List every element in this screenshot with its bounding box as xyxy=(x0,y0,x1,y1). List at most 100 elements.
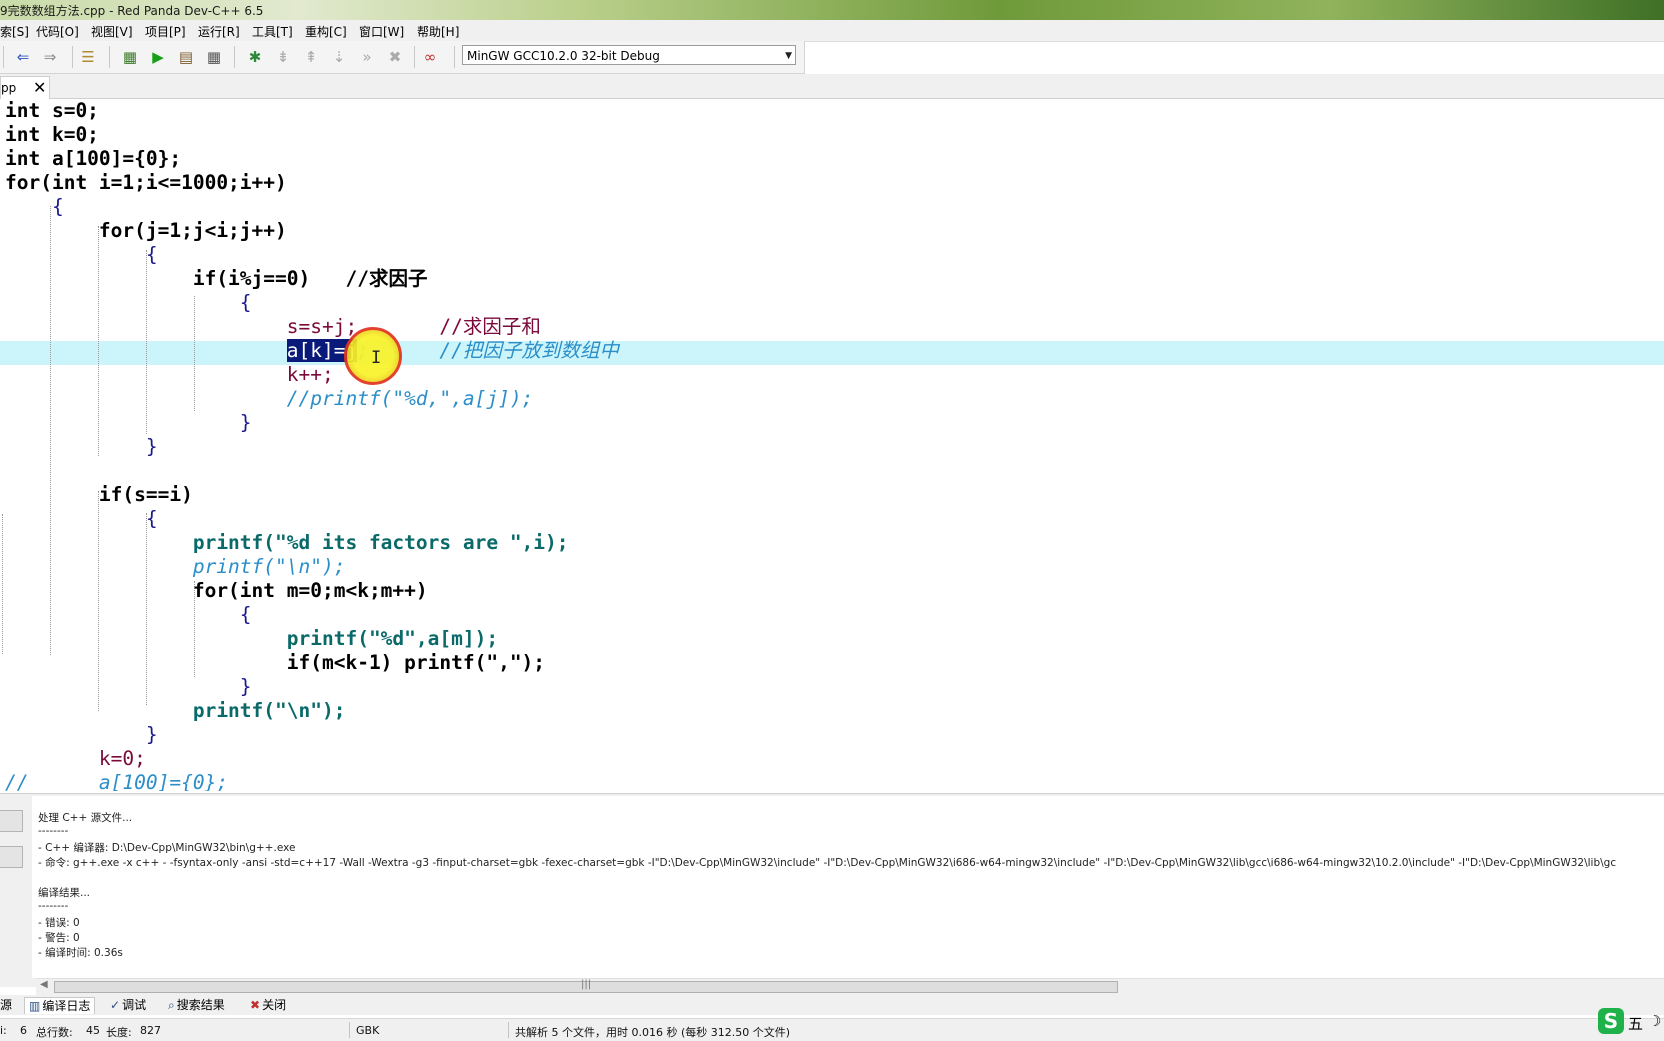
bookmark-icon[interactable]: ☰ xyxy=(79,48,97,66)
code-line[interactable]: } xyxy=(5,435,158,459)
code-editor[interactable]: int s=0; int k=0; int a[100]={0}; for(in… xyxy=(0,99,1664,791)
stop-icon[interactable]: ✖ xyxy=(386,48,404,66)
code-line[interactable]: int a[100]={0}; xyxy=(5,147,181,171)
tab-debug-label: 调试 xyxy=(122,998,147,1012)
grip-icon: ||| xyxy=(581,979,592,990)
code-token: int s=0; xyxy=(5,99,99,122)
code-line[interactable]: for(int i=1;i<=1000;i++) xyxy=(5,171,287,195)
code-line[interactable]: { xyxy=(5,291,252,315)
step-over-icon[interactable]: ⇟ xyxy=(274,48,292,66)
code-line[interactable]: } xyxy=(5,411,252,435)
code-token: } xyxy=(5,435,158,458)
tab-debug[interactable]: ✓ 调试 xyxy=(110,997,146,1013)
code-line[interactable]: for(int m=0;m<k;m++) xyxy=(5,579,428,603)
horizontal-scrollbar[interactable]: ◀ ||| xyxy=(36,978,1664,995)
status-length: 827 xyxy=(140,1024,161,1037)
tab-compile-log[interactable]: ▥ 编译日志 xyxy=(24,997,96,1014)
code-token: k++; xyxy=(5,363,334,386)
code-token: printf("\n"); xyxy=(5,555,346,578)
code-line[interactable]: s=s+j; //求因子和 xyxy=(5,315,541,339)
menu-help[interactable]: 帮助[H] xyxy=(417,23,459,40)
log-line: -------- xyxy=(38,900,69,912)
toolbar-separator xyxy=(3,46,4,68)
code-line[interactable]: if(s==i) xyxy=(5,483,193,507)
check-icon: ✓ xyxy=(110,998,121,1012)
code-line[interactable]: { xyxy=(5,507,158,531)
code-line[interactable]: { xyxy=(5,243,158,267)
code-line[interactable]: for(j=1;j<i;j++) xyxy=(5,219,287,243)
code-line[interactable]: //printf("%d,",a[j]); xyxy=(5,387,534,411)
code-line[interactable]: // a[100]={0}; xyxy=(5,771,228,791)
compile-log-text[interactable]: 处理 C++ 源文件... -------- - C++ 编译器: D:\Dev… xyxy=(32,796,1664,978)
profile-icon[interactable]: ∞ xyxy=(421,48,439,66)
code-line[interactable]: printf("%d",a[m]); xyxy=(5,627,498,651)
compiler-select[interactable]: MinGW GCC10.2.0 32-bit Debug ▼ xyxy=(462,45,796,65)
editor-tab[interactable]: pp ✕ xyxy=(0,76,50,99)
ime-indicator[interactable]: S 五 ☽ xyxy=(1592,1008,1664,1040)
code-token: int a[100]={0}; xyxy=(5,147,182,170)
rebuild-icon[interactable]: ▦ xyxy=(205,48,223,66)
code-token: k=0; xyxy=(5,747,146,770)
debug-icon[interactable]: ✱ xyxy=(246,48,264,66)
compiler-select-value: MinGW GCC10.2.0 32-bit Debug xyxy=(467,49,660,63)
code-line[interactable]: k++; xyxy=(5,363,334,387)
code-line[interactable]: printf("\n"); xyxy=(5,699,346,723)
tab-search-results-label: 搜索结果 xyxy=(176,998,225,1012)
tab-compile-log-label: 编译日志 xyxy=(42,999,91,1013)
ime-mode: 五 xyxy=(1628,1015,1644,1033)
code-line[interactable]: k=0; xyxy=(5,747,146,771)
step-into-icon[interactable]: ⇞ xyxy=(302,48,320,66)
code-line[interactable]: printf("\n"); xyxy=(5,555,346,579)
code-line[interactable]: a[k]=j; //把因子放到数组中 xyxy=(5,339,619,363)
code-line[interactable]: } xyxy=(5,723,158,747)
status-encoding[interactable]: GBK xyxy=(356,1024,379,1037)
log-line: - 警告: 0 xyxy=(38,932,80,944)
compile-run-icon[interactable]: ▤ xyxy=(177,48,195,66)
status-total-label: 总行数: xyxy=(36,1026,73,1039)
compile-icon[interactable]: ▦ xyxy=(121,48,139,66)
scroll-left-icon[interactable]: ◀ xyxy=(40,979,48,990)
tab-source[interactable]: 源 xyxy=(0,997,12,1013)
code-line[interactable]: int k=0; xyxy=(5,123,99,147)
menu-window[interactable]: 窗口[W] xyxy=(359,23,404,40)
log-line: - C++ 编译器: D:\Dev-Cpp\MinGW32\bin\g++.ex… xyxy=(38,842,296,854)
panel-side-button[interactable] xyxy=(0,810,23,832)
code-line[interactable]: { xyxy=(5,603,252,627)
back-arrow-icon[interactable]: ⇐ xyxy=(14,48,32,66)
log-line: - 命令: g++.exe -x c++ - -fsyntax-only -an… xyxy=(38,857,1617,869)
close-icon: ✖ xyxy=(250,998,261,1012)
code-line[interactable]: printf("%d its factors are ",i); xyxy=(5,531,569,555)
run-icon[interactable]: ▶ xyxy=(149,48,167,66)
menu-search[interactable]: 索[S] xyxy=(0,23,29,40)
code-token: // a[100]={0}; xyxy=(5,771,229,791)
status-line-label: i: xyxy=(0,1024,7,1037)
code-line[interactable]: } xyxy=(5,675,252,699)
forward-arrow-icon[interactable]: ⇒ xyxy=(41,48,59,66)
menu-project[interactable]: 项目[P] xyxy=(145,23,186,40)
toolbar-separator xyxy=(234,46,235,68)
status-total: 45 xyxy=(86,1024,100,1037)
panel-side-button[interactable] xyxy=(0,846,23,868)
menu-code[interactable]: 代码[O] xyxy=(36,23,79,40)
code-token: printf("%d",a[m]); xyxy=(5,627,499,650)
step-out-icon[interactable]: ⇣ xyxy=(330,48,348,66)
toolbar-separator xyxy=(109,46,110,68)
menu-run[interactable]: 运行[R] xyxy=(198,23,240,40)
code-line[interactable]: int s=0; xyxy=(5,99,99,123)
tab-search-results[interactable]: ⌕ 搜索结果 xyxy=(168,997,225,1013)
log-line: -------- xyxy=(38,825,69,837)
scrollbar-thumb[interactable]: ||| xyxy=(54,979,1118,993)
tab-close[interactable]: ✖ 关闭 xyxy=(250,997,286,1013)
code-line[interactable]: { xyxy=(5,195,64,219)
continue-icon[interactable]: » xyxy=(358,48,376,66)
status-separator xyxy=(508,1022,509,1038)
code-line[interactable]: if(m<k-1) printf(","); xyxy=(5,651,545,675)
close-icon[interactable]: ✕ xyxy=(33,78,46,97)
menu-view[interactable]: 视图[V] xyxy=(91,23,133,40)
menu-tools[interactable]: 工具[T] xyxy=(252,23,293,40)
menu-bar: 索[S] 代码[O] 视图[V] 项目[P] 运行[R] 工具[T] 重构[C]… xyxy=(0,20,1664,42)
code-line[interactable]: if(i%j==0) //求因子 xyxy=(5,267,428,291)
menu-refactor[interactable]: 重构[C] xyxy=(305,23,347,40)
moon-icon: ☽ xyxy=(1648,1012,1662,1030)
code-token: if(m<k-1) printf(","); xyxy=(5,651,546,674)
